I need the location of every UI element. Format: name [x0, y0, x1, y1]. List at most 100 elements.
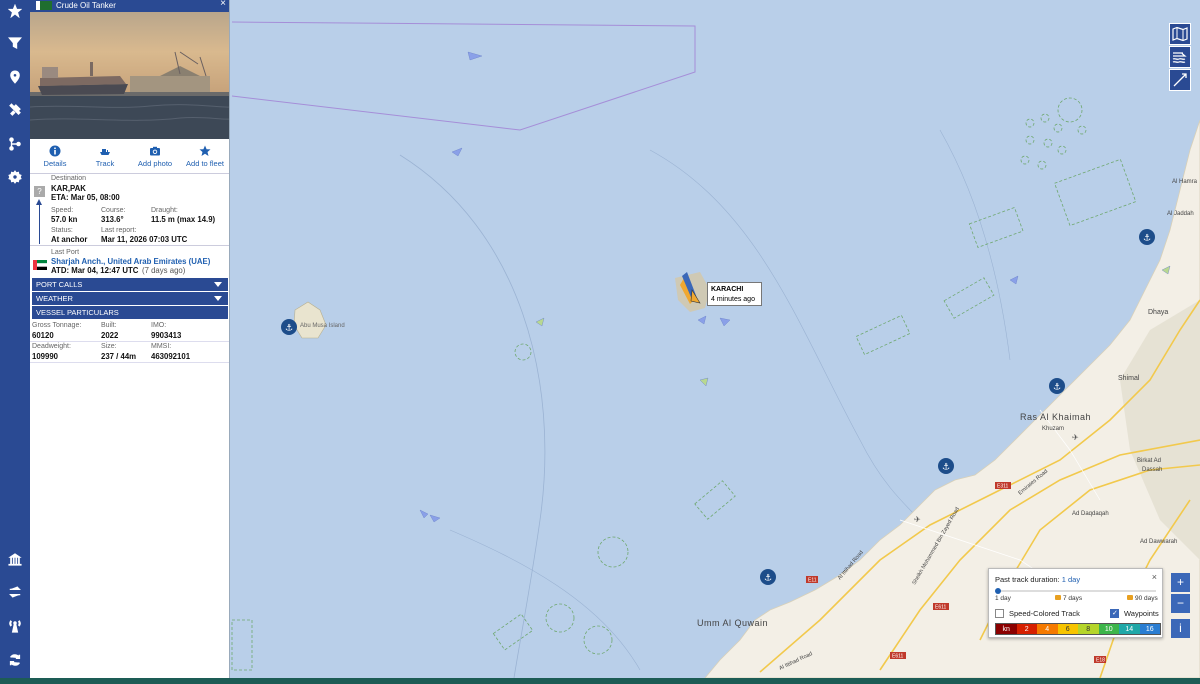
tools-icon[interactable]	[5, 100, 25, 120]
svg-text:⚓: ⚓	[764, 574, 772, 584]
svg-text:E611: E611	[935, 605, 947, 611]
popup-vessel-name: KARACHI	[711, 286, 744, 293]
vessel-popup[interactable]: KARACHI 4 minutes ago	[707, 282, 762, 306]
track-duration-slider[interactable]	[998, 590, 1156, 592]
camera-icon	[150, 146, 160, 156]
size-value: 237 / 44m	[101, 352, 137, 361]
draught-label: Draught:	[151, 207, 178, 214]
map-info-button[interactable]: i	[1171, 619, 1190, 638]
details-action[interactable]: Details	[30, 145, 80, 171]
vessel-photo	[30, 12, 229, 139]
wind-waves-icon	[1172, 52, 1187, 63]
place-label-birkat: Birkat Ad	[1137, 458, 1161, 464]
destination-label: Destination	[51, 175, 87, 182]
speed-step: 14	[1119, 624, 1140, 634]
bottom-status-strip	[0, 678, 1200, 684]
divider	[30, 341, 229, 342]
divider	[30, 173, 229, 174]
divider	[30, 362, 229, 363]
place-label-abu-musa: Abu Musa Island	[300, 323, 345, 329]
measure-tool-button[interactable]	[1169, 69, 1191, 91]
gear-icon[interactable]	[5, 167, 25, 187]
transfer-arrows-icon[interactable]	[5, 582, 25, 602]
svg-text:✈: ✈	[914, 515, 921, 524]
place-label-dassah: Dassah	[1142, 467, 1162, 473]
atd-ago: (7 days ago)	[142, 266, 186, 275]
speed-value: 57.0 kn	[51, 215, 78, 224]
option-1-day[interactable]: 1 day	[995, 595, 1011, 602]
speed-step: 4	[1037, 624, 1058, 634]
place-label-shimal: Shimal	[1118, 375, 1140, 382]
vessel-particulars-section[interactable]: VESSEL PARTICULARS	[32, 306, 228, 319]
speed-colored-checkbox[interactable]	[995, 609, 1004, 618]
option-90-days[interactable]: 90 days	[1127, 595, 1158, 602]
add-photo-label: Add photo	[137, 159, 173, 168]
svg-text:⚓: ⚓	[285, 324, 293, 334]
slider-handle[interactable]	[995, 588, 1001, 594]
last-port-label: Last Port	[51, 249, 80, 256]
port-building-icon[interactable]	[5, 549, 25, 569]
chevron-down-icon	[214, 296, 222, 301]
antenna-icon[interactable]	[5, 616, 25, 636]
deadweight-label: Deadweight:	[32, 343, 71, 350]
track-label: Track	[95, 159, 115, 168]
close-icon[interactable]: ×	[1152, 572, 1157, 582]
port-calls-section[interactable]: PORT CALLS	[32, 278, 228, 291]
place-label-hamra: Al Hamra	[1172, 179, 1198, 185]
atd-value: ATD: Mar 04, 12:47 UTC	[51, 266, 139, 275]
filter-icon[interactable]	[5, 33, 25, 53]
speed-unit: kn	[996, 624, 1017, 634]
eta-value: ETA: Mar 05, 08:00	[51, 193, 120, 202]
mmsi-value: 463092101	[151, 352, 191, 361]
last-port-link[interactable]: Sharjah Anch., United Arab Emirates (UAE…	[51, 257, 210, 266]
speed-step: 2	[1016, 624, 1037, 634]
svg-text:E611: E611	[892, 654, 904, 660]
svg-text:⚓: ⚓	[1143, 234, 1151, 244]
svg-text:⚓: ⚓	[942, 463, 950, 473]
weather-layer-button[interactable]	[1169, 46, 1191, 68]
option-7-days[interactable]: 7 days	[1055, 595, 1082, 602]
weather-section[interactable]: WEATHER	[32, 292, 228, 305]
gross-tonnage-label: Gross Tonnage:	[32, 322, 82, 329]
unknown-flag-box: ?	[34, 186, 45, 197]
panel-header: Crude Oil Tanker ×	[30, 0, 229, 12]
lock-icon	[1127, 595, 1133, 600]
track-action[interactable]: Track	[80, 145, 130, 171]
speed-label: Speed:	[51, 207, 74, 214]
vessel-actions: Details Track Add photo Add to fleet	[30, 145, 229, 171]
track-duration-title: Past track duration: 1 day	[995, 575, 1080, 584]
star-icon[interactable]	[5, 1, 25, 21]
route-branch-icon[interactable]	[5, 134, 25, 154]
last-report-label: Last report:	[101, 227, 137, 234]
map-pin-icon[interactable]	[5, 67, 25, 87]
lock-icon	[1055, 595, 1061, 600]
compass-needle-icon	[1173, 73, 1187, 87]
imo-value: 9903413	[151, 331, 182, 340]
gross-tonnage-value: 60120	[32, 331, 54, 340]
place-label-daqdaqah: Ad Daqdaqah	[1072, 511, 1109, 517]
divider	[30, 245, 229, 246]
info-icon	[49, 145, 61, 157]
place-label-umm-al-quwain: Umm Al Quwain	[697, 618, 768, 628]
place-label-ras-al-khaimah: Ras Al Khaimah	[1020, 412, 1091, 422]
track-duration-value: 1 day	[1061, 575, 1081, 584]
add-to-fleet-action[interactable]: Add to fleet	[180, 145, 229, 171]
zoom-out-button[interactable]: −	[1171, 594, 1190, 613]
star-icon	[199, 145, 211, 156]
zoom-in-button[interactable]: +	[1171, 573, 1190, 592]
close-icon[interactable]: ×	[220, 0, 226, 9]
svg-text:E18: E18	[1096, 658, 1105, 664]
waypoints-label: Waypoints	[1124, 609, 1159, 618]
waypoints-checkbox[interactable]	[1110, 609, 1119, 618]
add-photo-action[interactable]: Add photo	[130, 145, 180, 171]
track-duration-panel: Past track duration: 1 day × 1 day 7 day…	[988, 568, 1163, 638]
popup-time: 4 minutes ago	[711, 296, 755, 303]
map-layers-button[interactable]	[1169, 23, 1191, 45]
option-90-days-label: 90 days	[1135, 595, 1158, 602]
refresh-icon[interactable]	[5, 650, 25, 670]
place-label-dawwarah: Ad Dawwarah	[1140, 539, 1177, 545]
port-calls-label: PORT CALLS	[36, 280, 83, 289]
svg-text:E11: E11	[808, 578, 817, 584]
speed-step: 16	[1139, 624, 1160, 634]
status-label: Status:	[51, 227, 73, 234]
